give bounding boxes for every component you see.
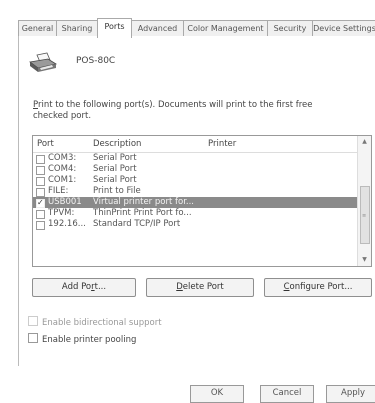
port-description: ThinPrint Print Port fo... [93,208,192,218]
tab-ports[interactable]: Ports [97,18,132,38]
column-header-printer[interactable]: Printer [208,139,236,149]
tab-color-management[interactable]: Color Management [183,20,268,37]
scroll-up-arrow-icon[interactable]: ▲ [358,136,371,148]
port-row[interactable]: FILE: Print to File [33,186,357,197]
scroll-down-arrow-icon[interactable]: ▼ [358,254,371,266]
tab-strip: General Sharing Ports Advanced Color Man… [18,18,375,38]
bidirectional-support-label: Enable bidirectional support [42,318,162,328]
port-name: COM1: [48,175,77,185]
port-description: Virtual printer port for... [93,197,195,207]
grip-icon: ≡ [362,213,367,219]
port-row[interactable]: TPVM: ThinPrint Print Port fo... [33,208,357,219]
tab-device-settings[interactable]: Device Settings [312,20,375,37]
delete-port-button[interactable]: Delete Port [146,278,254,297]
port-row[interactable]: COM4: Serial Port [33,164,357,175]
bidirectional-support-checkbox[interactable] [28,316,38,326]
bidirectional-support-option[interactable]: Enable bidirectional support [28,316,162,328]
port-checkbox[interactable] [36,188,45,197]
printer-pooling-label: Enable printer pooling [42,335,137,345]
port-checkbox[interactable] [36,221,45,230]
port-checkbox[interactable] [36,210,45,219]
port-rows: COM3: Serial Port COM4: Serial Port COM1: S… [33,153,357,230]
port-description: Standard TCP/IP Port [93,219,181,229]
printer-icon [29,52,58,72]
port-description: Serial Port [93,153,137,163]
checkmark-icon: ✓ [37,198,44,207]
port-name: USB001 [48,197,82,207]
port-row[interactable]: 192.16... Standard TCP/IP Port [33,219,357,230]
port-name: FILE: [48,186,69,196]
port-list-header: Port Description Printer [33,136,357,153]
ports-instructions: Print to the following port(s). Document… [33,100,333,122]
port-name: 192.16... [48,219,86,229]
tab-general[interactable]: General [18,20,57,37]
port-name: COM4: [48,164,77,174]
apply-button[interactable]: Apply [326,385,375,403]
printer-pooling-option[interactable]: Enable printer pooling [28,333,136,345]
instructions-text: rint to the following port(s). Documents… [33,100,313,121]
cancel-button[interactable]: Cancel [260,385,314,403]
column-header-description[interactable]: Description [93,139,141,149]
port-list-scrollbar[interactable]: ▲ ≡ ▼ [357,136,371,266]
ok-button[interactable]: OK [190,385,244,403]
port-description: Serial Port [93,175,137,185]
port-row[interactable]: COM3: Serial Port [33,153,357,164]
port-checkbox[interactable] [36,177,45,186]
port-checkbox[interactable] [36,155,45,164]
port-list[interactable]: Port Description Printer COM3: Serial Por… [32,135,372,267]
tab-sharing[interactable]: Sharing [56,20,98,37]
tab-advanced[interactable]: Advanced [131,20,184,37]
port-checkbox[interactable] [36,166,45,175]
printer-pooling-checkbox[interactable] [28,333,38,343]
configure-port-button[interactable]: Configure Port... [264,278,372,297]
add-port-button[interactable]: Add Port... [32,278,136,297]
port-description: Print to File [93,186,141,196]
column-header-port[interactable]: Port [37,139,54,149]
scrollbar-thumb[interactable]: ≡ [360,186,370,244]
port-row[interactable]: COM1: Serial Port [33,175,357,186]
port-name: COM3: [48,153,77,163]
port-name: TPVM: [48,208,75,218]
printer-name: POS-80C [76,56,116,66]
port-row-selected[interactable]: ✓ USB001 Virtual printer port for... [33,197,357,208]
tab-security[interactable]: Security [267,20,313,37]
port-description: Serial Port [93,164,137,174]
port-checkbox-checked[interactable]: ✓ [36,198,45,208]
